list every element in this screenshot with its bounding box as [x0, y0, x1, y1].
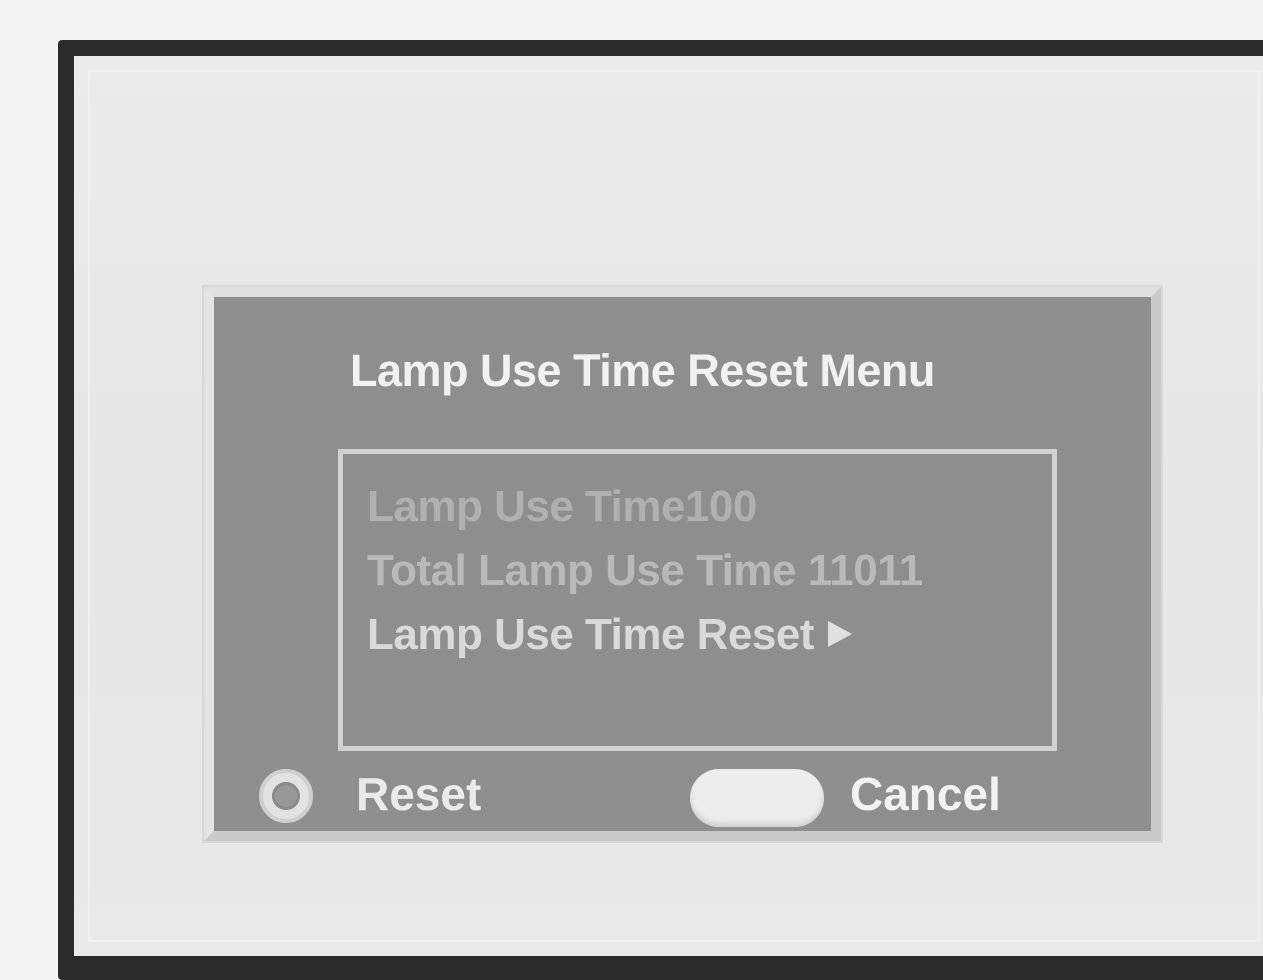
ok-circle-icon[interactable] — [259, 769, 313, 823]
total-lamp-use-time-row: Total Lamp Use Time 11011 — [367, 546, 923, 596]
right-triangle-icon — [827, 621, 852, 648]
cancel-label[interactable]: Cancel — [850, 767, 1001, 821]
lamp-use-time-reset-item[interactable]: Lamp Use Time Reset — [367, 610, 852, 660]
lamp-reset-dialog: Lamp Use Time Reset Menu Lamp Use Time10… — [204, 287, 1161, 841]
total-lamp-use-time-label: Total Lamp Use Time 11011 — [367, 546, 923, 595]
reset-label[interactable]: Reset — [356, 767, 481, 821]
dialog-title: Lamp Use Time Reset Menu — [350, 345, 935, 396]
cancel-button[interactable] — [690, 769, 824, 827]
lamp-info-box: Lamp Use Time100 Total Lamp Use Time 110… — [338, 449, 1057, 751]
dialog-footer: Reset Cancel — [214, 759, 1151, 829]
lamp-use-time-label: Lamp Use Time100 — [367, 482, 757, 531]
lamp-use-time-reset-label: Lamp Use Time Reset — [367, 610, 814, 659]
lamp-use-time-row: Lamp Use Time100 — [367, 482, 757, 532]
